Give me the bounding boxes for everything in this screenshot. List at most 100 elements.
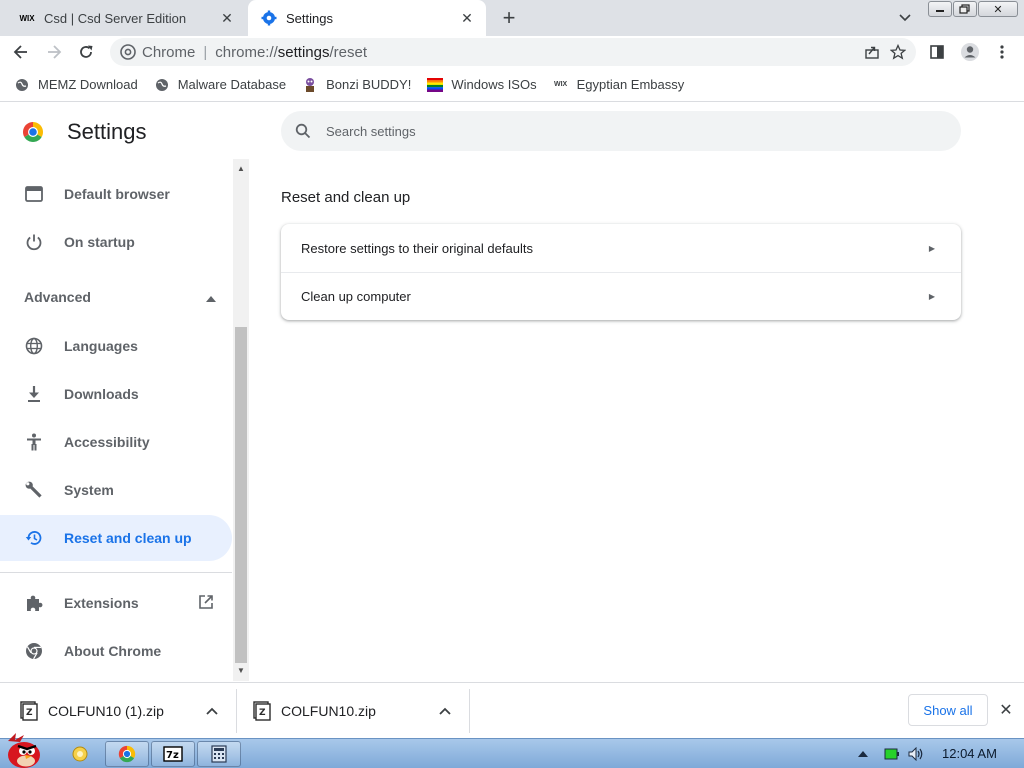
scrollbar-thumb[interactable] [235, 327, 247, 663]
bookmark-egyptian-embassy[interactable]: WIX Egyptian Embassy [553, 77, 685, 93]
address-bar[interactable]: Chrome | chrome://settings/reset [110, 38, 916, 66]
sidebar-item-about-chrome[interactable]: About Chrome [0, 628, 232, 674]
scroll-down-arrow-icon[interactable]: ▼ [237, 667, 245, 675]
close-icon[interactable]: ✕ [978, 1, 1018, 17]
settings-sidebar: Default browser On startup Advanced Lang… [0, 159, 249, 681]
row-label: Restore settings to their original defau… [301, 240, 533, 256]
svg-text:Z: Z [26, 708, 33, 718]
restore-defaults-row[interactable]: Restore settings to their original defau… [281, 224, 961, 272]
svg-text:7z: 7z [166, 750, 179, 761]
new-tab-plus-icon[interactable]: + [497, 5, 521, 30]
tab-csd[interactable]: WIX Csd | Csd Server Edition ✕ [0, 0, 246, 36]
sidebar-item-default-browser[interactable]: Default browser [0, 171, 232, 217]
side-panel-icon[interactable] [925, 40, 949, 64]
sidebar-item-label: About Chrome [64, 643, 162, 659]
scroll-up-arrow-icon[interactable]: ▲ [237, 165, 245, 173]
tray-expand-icon[interactable] [856, 747, 870, 761]
profile-avatar-icon[interactable] [958, 40, 982, 64]
bonzi-icon [302, 77, 318, 93]
download-divider [469, 689, 470, 733]
omnibox-separator: | [203, 43, 208, 61]
volume-icon[interactable] [908, 746, 926, 762]
search-placeholder: Search settings [326, 123, 416, 139]
bookmark-memz[interactable]: MEMZ Download [14, 77, 138, 93]
globe-icon [24, 336, 44, 356]
sidebar-item-downloads[interactable]: Downloads [0, 371, 232, 417]
globe-icon [14, 77, 30, 93]
rainbow-flag-icon [427, 77, 444, 93]
download-icon [24, 384, 44, 404]
calculator-icon[interactable] [197, 741, 241, 767]
tab-search-chevron-icon[interactable] [895, 8, 915, 28]
chevron-up-icon[interactable] [437, 703, 453, 719]
globe-icon [154, 77, 170, 93]
arrow-right-icon: ▶ [928, 243, 935, 253]
sidebar-item-label: Default browser [64, 186, 170, 202]
tab-close-icon[interactable]: ✕ [216, 7, 238, 29]
taskbar-clock[interactable]: 12:04 AM [942, 746, 997, 761]
tab-title: Csd | Csd Server Edition [44, 10, 187, 26]
back-arrow-icon[interactable] [9, 40, 33, 64]
sidebar-item-system[interactable]: System [0, 467, 232, 513]
share-icon[interactable] [864, 44, 880, 60]
url-scheme: chrome:// [215, 43, 278, 61]
clean-up-computer-row[interactable]: Clean up computer ▶ [281, 272, 961, 320]
tab-close-icon[interactable]: ✕ [456, 7, 478, 29]
bookmark-label: MEMZ Download [38, 77, 138, 92]
url-rest: /reset [329, 43, 368, 61]
browser-toolbar: Chrome | chrome://settings/reset [0, 36, 1024, 68]
bookmark-malware-db[interactable]: Malware Database [154, 77, 286, 93]
kebab-menu-icon[interactable] [990, 40, 1014, 64]
bookmark-windows-isos[interactable]: Windows ISOs [427, 77, 537, 93]
folder-icon[interactable] [58, 741, 102, 767]
forward-arrow-icon[interactable] [42, 40, 66, 64]
sidebar-divider [0, 572, 232, 573]
minimize-icon[interactable] [928, 1, 952, 17]
show-all-button[interactable]: Show all [908, 694, 988, 726]
chevron-up-icon[interactable] [204, 703, 220, 719]
sidebar-item-reset[interactable]: Reset and clean up [0, 515, 232, 561]
search-settings-field[interactable]: Search settings [281, 111, 961, 151]
restore-icon[interactable] [953, 1, 977, 17]
close-shelf-icon[interactable]: ✕ [996, 700, 1016, 720]
bookmark-label: Egyptian Embassy [576, 77, 685, 92]
page-title: Settings [67, 119, 147, 144]
chrome-icon[interactable] [105, 741, 149, 767]
tab-settings[interactable]: Settings ✕ [248, 0, 486, 36]
download-item[interactable]: Z COLFUN10.zip [253, 683, 465, 739]
wrench-icon [24, 480, 44, 500]
7zip-icon[interactable]: 7z [151, 741, 195, 767]
bookmark-label: Malware Database [177, 77, 287, 92]
sidebar-item-extensions[interactable]: Extensions [0, 580, 232, 626]
system-tray [856, 739, 926, 768]
sidebar-item-languages[interactable]: Languages [0, 323, 232, 369]
sidebar-item-label: Reset and clean up [64, 530, 192, 546]
bookmark-star-icon[interactable] [890, 44, 906, 60]
sidebar-item-accessibility[interactable]: Accessibility [0, 419, 232, 465]
advanced-label: Advanced [24, 289, 91, 305]
wix-icon: WIX [553, 81, 568, 88]
download-filename: COLFUN10.zip [281, 703, 376, 719]
search-icon [293, 121, 313, 141]
reload-icon[interactable] [74, 40, 98, 64]
download-item[interactable]: Z COLFUN10 (1).zip [20, 683, 232, 739]
accessibility-icon [24, 432, 44, 452]
restore-history-icon [24, 528, 44, 548]
sidebar-item-label: Extensions [64, 595, 139, 611]
advanced-toggle[interactable]: Advanced [24, 285, 216, 309]
start-button-angry-bird-icon[interactable] [2, 731, 48, 768]
bookmark-label: Bonzi BUDDY! [326, 77, 412, 92]
battery-icon[interactable] [884, 747, 900, 761]
chrome-site-icon[interactable] [118, 42, 138, 62]
sidebar-scrollbar[interactable]: ▲ ▼ [233, 159, 249, 681]
svg-text:Z: Z [259, 708, 266, 718]
bookmark-bonzi[interactable]: Bonzi BUDDY! [302, 77, 411, 93]
wix-icon: WIX [19, 13, 35, 23]
chrome-outline-icon [24, 641, 44, 661]
zip-file-icon: Z [20, 701, 38, 721]
url-path: settings [277, 43, 330, 61]
omnibox-chrome-label: Chrome [142, 43, 196, 61]
sidebar-item-on-startup[interactable]: On startup [0, 219, 232, 265]
caret-up-icon [206, 289, 216, 305]
tab-strip: WIX Csd | Csd Server Edition ✕ Settings … [0, 0, 1024, 36]
